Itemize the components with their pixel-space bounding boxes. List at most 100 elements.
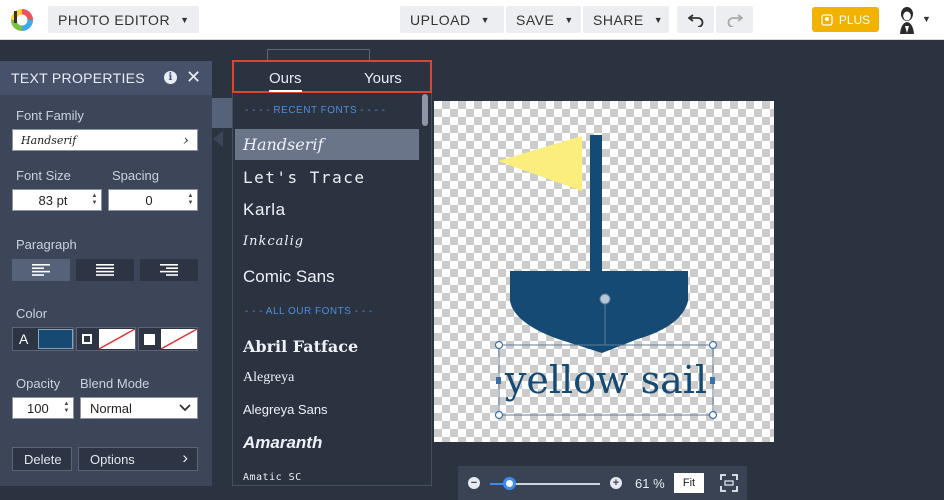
- align-right-icon: [160, 264, 178, 276]
- font-item-alegreya[interactable]: Alegreya: [235, 362, 419, 393]
- info-icon[interactable]: i: [164, 71, 177, 84]
- caret-down-icon: ▼: [480, 14, 490, 25]
- font-item-alegreya-sans[interactable]: Alegreya Sans: [235, 394, 419, 425]
- crown-icon: [821, 13, 833, 26]
- text-color-picker[interactable]: A: [12, 327, 74, 351]
- spacing-stepper[interactable]: ▲ ▼: [186, 193, 195, 208]
- font-size-stepper[interactable]: ▲ ▼: [90, 193, 99, 208]
- font-item-lets-trace[interactable]: Let's Trace: [235, 162, 419, 193]
- color-label: Color: [16, 306, 48, 321]
- undo-icon: [687, 13, 703, 27]
- font-item-label: Amaranth: [243, 432, 323, 452]
- blend-mode-select[interactable]: Normal: [80, 397, 198, 419]
- yellow-flag: [498, 136, 582, 191]
- font-item-inkcalig[interactable]: Inkcalig: [235, 226, 419, 257]
- opacity-input[interactable]: 100 ▲ ▼: [12, 397, 74, 419]
- rotate-handle[interactable]: [599, 293, 611, 305]
- upload-button[interactable]: UPLOAD ▼: [400, 6, 504, 33]
- font-item-label: Alegreya Sans: [243, 402, 328, 417]
- redo-button[interactable]: [716, 6, 753, 33]
- font-item-label: Abril Fatface: [243, 337, 359, 356]
- resize-handle[interactable]: [708, 340, 718, 350]
- resize-handle[interactable]: [494, 410, 504, 420]
- font-family-label: Font Family: [16, 108, 84, 123]
- tab-yours[interactable]: Yours: [364, 70, 402, 87]
- caret-down-icon: ▼: [564, 14, 574, 25]
- font-item-amaranth[interactable]: Amaranth: [235, 427, 419, 458]
- upgrade-plus-button[interactable]: PLUS: [812, 7, 879, 32]
- font-item-karla[interactable]: Karla: [235, 194, 419, 225]
- align-left-icon: [32, 264, 50, 276]
- resize-handle[interactable]: [494, 340, 504, 350]
- align-center-button[interactable]: [76, 259, 134, 281]
- user-avatar-icon[interactable]: [896, 6, 918, 34]
- account-caret-icon[interactable]: ▼: [922, 14, 931, 24]
- strip-highlight: [212, 98, 232, 128]
- font-list-scrollbar[interactable]: [422, 94, 428, 126]
- boat-hull: [510, 271, 688, 353]
- resize-handle[interactable]: [708, 410, 718, 420]
- zoom-slider-handle[interactable]: [503, 477, 517, 490]
- app-logo-icon[interactable]: [10, 8, 34, 32]
- font-family-value: Handserif: [21, 133, 77, 147]
- panel-header: TEXT PROPERTIES i ✕: [0, 61, 212, 95]
- font-item-amatic-sc[interactable]: Amatic SC: [235, 462, 419, 480]
- tab-ours[interactable]: Ours: [269, 70, 302, 92]
- text-properties-panel: TEXT PROPERTIES i ✕ Font Family Handseri…: [0, 61, 212, 486]
- redo-icon: [727, 13, 743, 27]
- caret-down-icon: ▼: [653, 14, 664, 25]
- zoom-out-button[interactable]: −: [468, 477, 480, 489]
- font-item-label: Let's Trace: [243, 168, 366, 187]
- fit-button[interactable]: Fit: [674, 473, 704, 493]
- panel-title: TEXT PROPERTIES: [11, 70, 145, 86]
- undo-button[interactable]: [677, 6, 714, 33]
- blend-mode-value: Normal: [90, 400, 132, 416]
- resize-handle[interactable]: [710, 377, 715, 384]
- opacity-stepper[interactable]: ▲ ▼: [62, 401, 71, 416]
- recent-fonts-header: - - - - RECENT FONTS - - - -: [245, 105, 386, 116]
- all-fonts-header: - - - ALL OUR FONTS - - -: [245, 306, 373, 317]
- photo-canvas[interactable]: yellow sail: [434, 101, 774, 442]
- no-color-swatch-icon: [99, 329, 135, 349]
- share-button[interactable]: SHARE ▼: [583, 6, 669, 33]
- font-item-handserif[interactable]: Handserif: [235, 129, 419, 160]
- fill-icon: [144, 334, 155, 345]
- font-item-label: Amatic SC: [243, 472, 302, 480]
- font-family-select[interactable]: Handserif ›: [12, 129, 198, 151]
- font-item-amatic-clip: Amatic SC: [235, 462, 419, 480]
- font-item-label: Comic Sans: [243, 266, 335, 286]
- zoom-in-button[interactable]: +: [610, 477, 622, 489]
- canvas-text[interactable]: yellow sail: [504, 358, 707, 402]
- font-item-label: Handserif: [243, 135, 324, 154]
- spacing-input[interactable]: 0 ▲ ▼: [108, 189, 198, 211]
- top-toolbar: PHOTO EDITOR ▼ UPLOAD ▼ SAVE ▼ SHARE ▼ P…: [0, 0, 944, 40]
- text-color-a: A: [19, 331, 29, 347]
- no-color-swatch-icon: [161, 329, 197, 349]
- stroke-color-picker[interactable]: [76, 327, 136, 351]
- options-button[interactable]: Options ›: [78, 447, 198, 471]
- close-icon[interactable]: ✕: [186, 67, 201, 88]
- font-item-abril-fatface[interactable]: Abril Fatface: [235, 331, 419, 362]
- plus-label: PLUS: [838, 12, 871, 27]
- font-item-comic-sans[interactable]: Comic Sans: [235, 261, 419, 292]
- save-button[interactable]: SAVE ▼: [506, 6, 581, 33]
- chevron-right-icon: ›: [183, 131, 189, 149]
- upload-label: UPLOAD: [410, 11, 471, 28]
- fill-color-picker[interactable]: [138, 327, 198, 351]
- fit-label: Fit: [682, 477, 696, 489]
- align-right-button[interactable]: [140, 259, 198, 281]
- resize-handle[interactable]: [496, 377, 501, 384]
- fullscreen-icon[interactable]: [720, 474, 738, 492]
- panel-pointer-icon: [213, 131, 223, 147]
- font-size-input[interactable]: 83 pt ▲ ▼: [12, 189, 102, 211]
- zoom-bar: − + 61 % Fit: [458, 466, 747, 500]
- photo-editor-menu[interactable]: PHOTO EDITOR ▼: [48, 6, 200, 33]
- delete-button[interactable]: Delete: [12, 447, 72, 471]
- caret-down-icon: ▼: [180, 14, 190, 25]
- spacing-label: Spacing: [112, 168, 159, 183]
- font-size-value: 83 pt: [38, 192, 68, 208]
- delete-label: Delete: [24, 451, 62, 467]
- design-artwork: yellow sail: [494, 135, 718, 420]
- font-size-label: Font Size: [16, 168, 71, 183]
- align-left-button[interactable]: [12, 259, 70, 281]
